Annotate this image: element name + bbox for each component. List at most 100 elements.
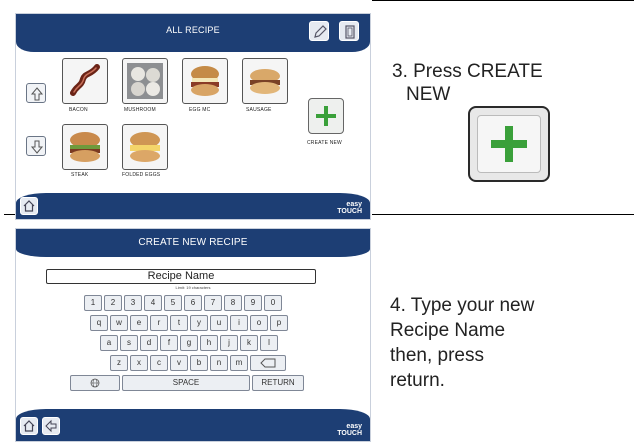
key-o[interactable]: o	[250, 315, 268, 331]
space-key[interactable]: SPACE	[122, 375, 250, 391]
key-v[interactable]: v	[170, 355, 188, 371]
key-5[interactable]: 5	[164, 295, 182, 311]
bottom-bar: easy TOUCH	[16, 193, 370, 219]
pencil-icon	[314, 25, 327, 38]
egg-muffin-image	[191, 66, 219, 96]
mushroom-image	[127, 63, 163, 99]
step3-text-line2: NEW	[406, 84, 451, 105]
key-y[interactable]: y	[190, 315, 208, 331]
middle-divider-right	[372, 214, 634, 215]
brand-line-1: easy	[346, 423, 362, 430]
easy-touch-logo: easy TOUCH	[337, 201, 362, 215]
scroll-up-button[interactable]	[26, 83, 46, 103]
key-m[interactable]: m	[230, 355, 248, 371]
recipe-name-field[interactable]: Recipe Name	[46, 269, 316, 284]
return-key[interactable]: RETURN	[252, 375, 304, 391]
recipe-label-bacon: BACON	[69, 107, 88, 113]
key-g[interactable]: g	[180, 335, 198, 351]
recipe-tile-sausage[interactable]	[242, 58, 288, 104]
key-4[interactable]: 4	[144, 295, 162, 311]
plus-icon-large	[491, 126, 527, 162]
key-9[interactable]: 9	[244, 295, 262, 311]
key-t[interactable]: t	[170, 315, 188, 331]
step4-text-line3: then, press	[390, 345, 484, 366]
step3-text-line1: 3. Press CREATE	[392, 61, 543, 82]
edit-button[interactable]	[309, 21, 329, 41]
bacon-image	[70, 64, 100, 96]
recipe-tile-bacon[interactable]	[62, 58, 108, 104]
character-limit-hint: Limit: 19 characters	[175, 285, 211, 290]
key-3[interactable]: 3	[124, 295, 142, 311]
top-divider	[372, 0, 634, 1]
recipe-label-steak: STEAK	[71, 172, 89, 178]
brand-line-1: easy	[346, 201, 362, 208]
key-e[interactable]: e	[130, 315, 148, 331]
key-q[interactable]: q	[90, 315, 108, 331]
home-button[interactable]	[20, 417, 38, 435]
home-icon	[23, 420, 35, 432]
back-button[interactable]	[42, 417, 60, 435]
create-new-label: CREATE NEW	[307, 140, 342, 146]
sausage-muffin-image	[250, 69, 280, 94]
arrow-up-icon	[30, 87, 44, 101]
step4-text-line4: return.	[390, 370, 445, 391]
arrow-left-icon	[45, 419, 57, 433]
key-2[interactable]: 2	[104, 295, 122, 311]
folded-eggs-image	[130, 132, 160, 162]
key-j[interactable]: j	[220, 335, 238, 351]
create-new-button-face	[477, 115, 541, 173]
key-a[interactable]: a	[100, 335, 118, 351]
key-f[interactable]: f	[160, 335, 178, 351]
key-i[interactable]: i	[230, 315, 248, 331]
key-x[interactable]: x	[130, 355, 148, 371]
globe-icon	[90, 378, 100, 388]
key-r[interactable]: r	[150, 315, 168, 331]
key-6[interactable]: 6	[184, 295, 202, 311]
key-p[interactable]: p	[270, 315, 288, 331]
recipe-tile-egg-mc[interactable]	[182, 58, 228, 104]
brand-line-2: TOUCH	[337, 208, 362, 215]
recipe-label-egg-mc: EGG MC	[189, 107, 211, 113]
export-button[interactable]	[339, 21, 359, 41]
step4-text-line2: Recipe Name	[390, 320, 506, 341]
key-k[interactable]: k	[240, 335, 258, 351]
plus-icon	[316, 106, 336, 126]
key-l[interactable]: l	[260, 335, 278, 351]
screen-title: CREATE NEW RECIPE	[138, 237, 248, 248]
top-bar: CREATE NEW RECIPE	[16, 229, 370, 257]
key-7[interactable]: 7	[204, 295, 222, 311]
scroll-down-button[interactable]	[26, 136, 46, 156]
key-z[interactable]: z	[110, 355, 128, 371]
arrow-down-icon	[30, 140, 44, 154]
recipe-tile-mushroom[interactable]	[122, 58, 168, 104]
backspace-key[interactable]	[250, 355, 286, 371]
key-s[interactable]: s	[120, 335, 138, 351]
recipe-label-sausage: SAUSAGE	[246, 107, 272, 113]
key-h[interactable]: h	[200, 335, 218, 351]
recipe-tile-folded-eggs[interactable]	[122, 124, 168, 170]
steak-sandwich-image	[70, 132, 100, 162]
key-d[interactable]: d	[140, 335, 158, 351]
key-u[interactable]: u	[210, 315, 228, 331]
create-new-recipe-screen: CREATE NEW RECIPE Recipe Name Limit: 19 …	[15, 228, 371, 442]
key-1[interactable]: 1	[84, 295, 102, 311]
easy-touch-logo: easy TOUCH	[337, 423, 362, 437]
recipe-label-folded-eggs: FOLDED EGGS	[122, 172, 161, 178]
key-b[interactable]: b	[190, 355, 208, 371]
door-exit-icon	[345, 25, 355, 39]
bottom-bar: easy TOUCH	[16, 409, 370, 441]
step4-text-line1: 4. Type your new	[390, 295, 535, 316]
all-recipe-screen: ALL RECIPE BACON MUSHROOM EGG MC SAUSAGE…	[15, 13, 371, 220]
create-new-button[interactable]	[308, 98, 344, 134]
recipe-tile-steak[interactable]	[62, 124, 108, 170]
key-n[interactable]: n	[210, 355, 228, 371]
brand-line-2: TOUCH	[337, 430, 362, 437]
key-w[interactable]: w	[110, 315, 128, 331]
backspace-icon	[260, 358, 276, 368]
key-c[interactable]: c	[150, 355, 168, 371]
home-icon	[23, 200, 35, 212]
key-0[interactable]: 0	[264, 295, 282, 311]
home-button[interactable]	[20, 197, 38, 215]
key-8[interactable]: 8	[224, 295, 242, 311]
globe-key[interactable]	[70, 375, 120, 391]
